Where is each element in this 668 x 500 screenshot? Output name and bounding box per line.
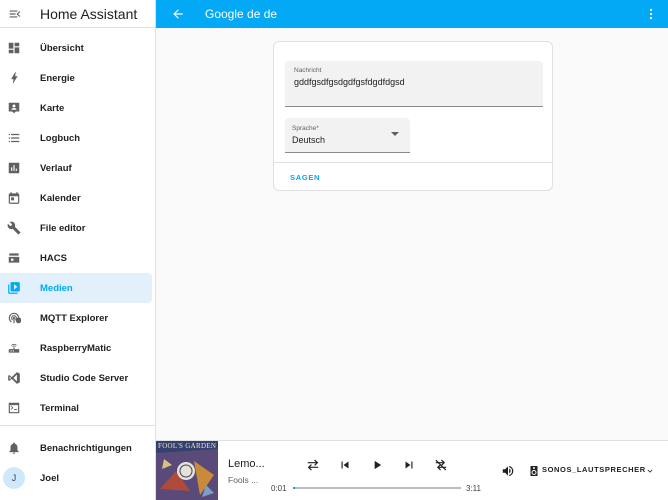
sidebar-item-logbuch[interactable]: Logbuch [0,123,152,153]
duration-time: 3:11 [466,484,481,493]
track-title: Lemo... [228,458,265,470]
caret-down-icon [391,132,399,136]
speaker-select[interactable]: SONOS_LAUTSPRECHER [542,465,646,474]
sidebar-item-label: Studio Code Server [40,372,129,384]
sidebar-item-studio-code-server[interactable]: Studio Code Server [0,363,152,393]
sidebar-bottom: Benachrichtigungen J Joel [0,433,156,493]
progress-bar[interactable] [293,487,461,489]
skip-previous-icon[interactable] [338,458,352,472]
sidebar-item-mqtt-explorer[interactable]: MQTT Explorer [0,303,152,333]
speaker-icon [530,466,538,476]
card-divider [274,162,552,163]
sidebar-header: Home Assistant [0,0,155,28]
arrow-left-icon[interactable] [171,7,185,21]
list-icon [8,133,20,143]
avatar: J [3,467,25,489]
notifications-label: Benachrichtigungen [40,442,132,454]
top-app-bar: Google de de [156,0,668,28]
user-name: Joel [40,472,60,484]
volume-icon[interactable] [501,464,515,478]
app-title: Home Assistant [40,5,138,22]
sidebar-item-label: Übersicht [40,42,84,54]
message-value: gddfgsdfgsdgdfgsfdgdfdgsd [294,77,405,87]
media-icon [8,282,20,294]
sidebar-item-label: Logbuch [40,132,81,144]
message-field[interactable]: Nachricht gddfgsdfgsdgdfgsfdgdfdgsd [285,61,543,107]
chart-icon [8,162,20,174]
sidebar-item-energie[interactable]: Energie [0,63,152,93]
sidebar-item-raspberrymatic[interactable]: RaspberryMatic [0,333,152,363]
language-label: Sprache* [292,125,319,132]
tts-card: Nachricht gddfgsdfgsdgdfgsfdgdfdgsd Spra… [273,41,553,191]
menu-open-icon[interactable] [8,7,22,21]
sidebar-item-label: Kalender [40,192,81,204]
sidebar-item-label: Energie [40,72,75,84]
sidebar-item-terminal[interactable]: Terminal [0,393,152,423]
sidebar: Home Assistant Übersicht Energie Karte L… [0,0,156,500]
sidebar-item-notifications[interactable]: Benachrichtigungen [0,433,152,463]
sidebar-item-uebersicht[interactable]: Übersicht [0,33,152,63]
dashboard-icon [8,42,20,54]
elapsed-time: 0:01 [271,484,287,493]
chevron-down-icon[interactable] [645,466,655,476]
progress-fill [293,487,295,489]
sidebar-item-label: File editor [40,222,86,234]
vscode-icon [8,372,20,384]
sidebar-item-label: HACS [40,252,67,264]
sidebar-item-label: Terminal [40,402,79,414]
terminal-icon [8,402,20,414]
sidebar-item-label: RaspberryMatic [40,342,112,354]
sidebar-item-kalender[interactable]: Kalender [0,183,152,213]
bell-icon [9,442,19,454]
antenna-icon [8,312,21,324]
page-title: Google de de [205,7,278,21]
map-icon [8,102,20,114]
track-artist: Fools ... [228,475,259,485]
sidebar-item-label: Medien [40,282,73,294]
sidebar-nav: Übersicht Energie Karte Logbuch Verlauf … [0,33,156,423]
play-icon[interactable] [370,458,384,472]
hacs-icon [8,253,20,263]
sidebar-item-karte[interactable]: Karte [0,93,152,123]
album-art-text: FOOL'S GARDEN [158,442,217,450]
repeat-icon[interactable] [306,458,320,472]
sidebar-item-label: Karte [40,102,65,114]
skip-next-icon[interactable] [402,458,416,472]
album-art: FOOL'S GARDEN [156,441,218,500]
say-button[interactable]: SAGEN [290,173,320,182]
more-vertical-icon[interactable] [644,7,658,21]
wrench-icon [7,221,21,235]
lightning-icon [11,72,18,84]
sidebar-item-hacs[interactable]: HACS [0,243,152,273]
router-icon [8,343,20,353]
sidebar-item-verlauf[interactable]: Verlauf [0,153,152,183]
media-player-bar: FOOL'S GARDEN Lemo... Fools ... 0:01 3:1… [156,440,668,500]
message-label: Nachricht [294,67,322,74]
language-value: Deutsch [292,135,326,145]
sidebar-user[interactable]: J Joel [0,463,156,493]
sidebar-divider [0,425,156,426]
sidebar-item-label: MQTT Explorer [40,312,109,324]
calendar-icon [8,192,20,204]
sidebar-item-file-editor[interactable]: File editor [0,213,152,243]
shuffle-off-icon[interactable] [434,458,448,472]
language-select[interactable]: Sprache* Deutsch [285,118,410,153]
sidebar-item-label: Verlauf [40,162,72,174]
sidebar-item-medien[interactable]: Medien [0,273,152,303]
